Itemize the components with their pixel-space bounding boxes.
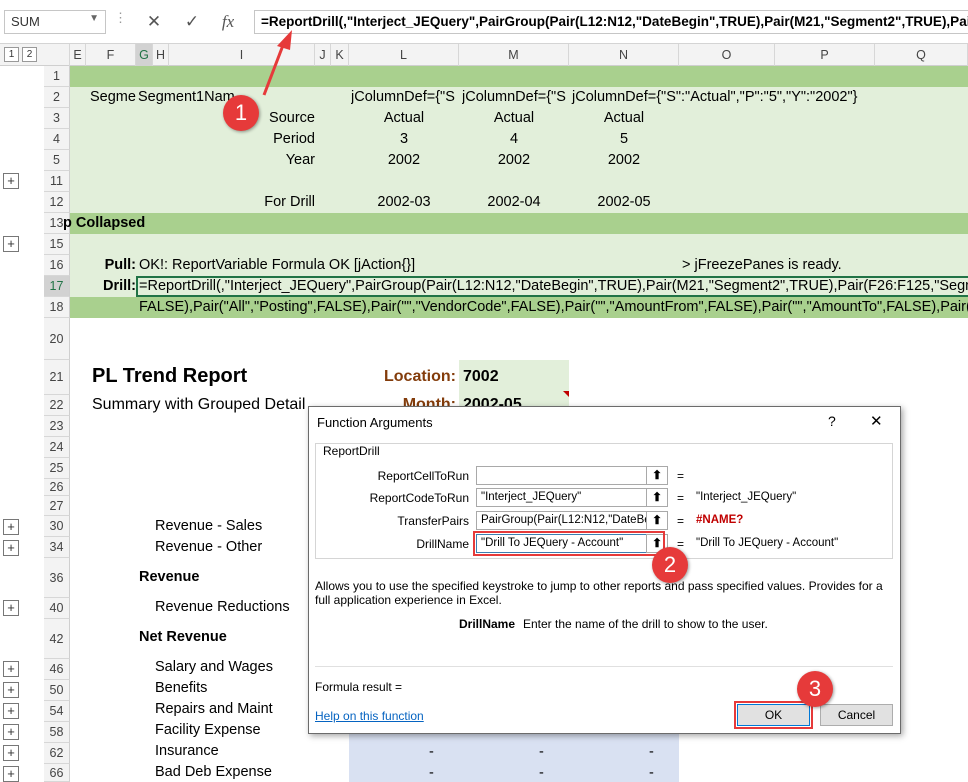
callout-badge-1: 1 bbox=[223, 95, 259, 131]
callout-badge-2: 2 bbox=[652, 547, 688, 583]
callout-badge-3: 3 bbox=[797, 671, 833, 707]
annotation-arrow bbox=[262, 30, 292, 96]
